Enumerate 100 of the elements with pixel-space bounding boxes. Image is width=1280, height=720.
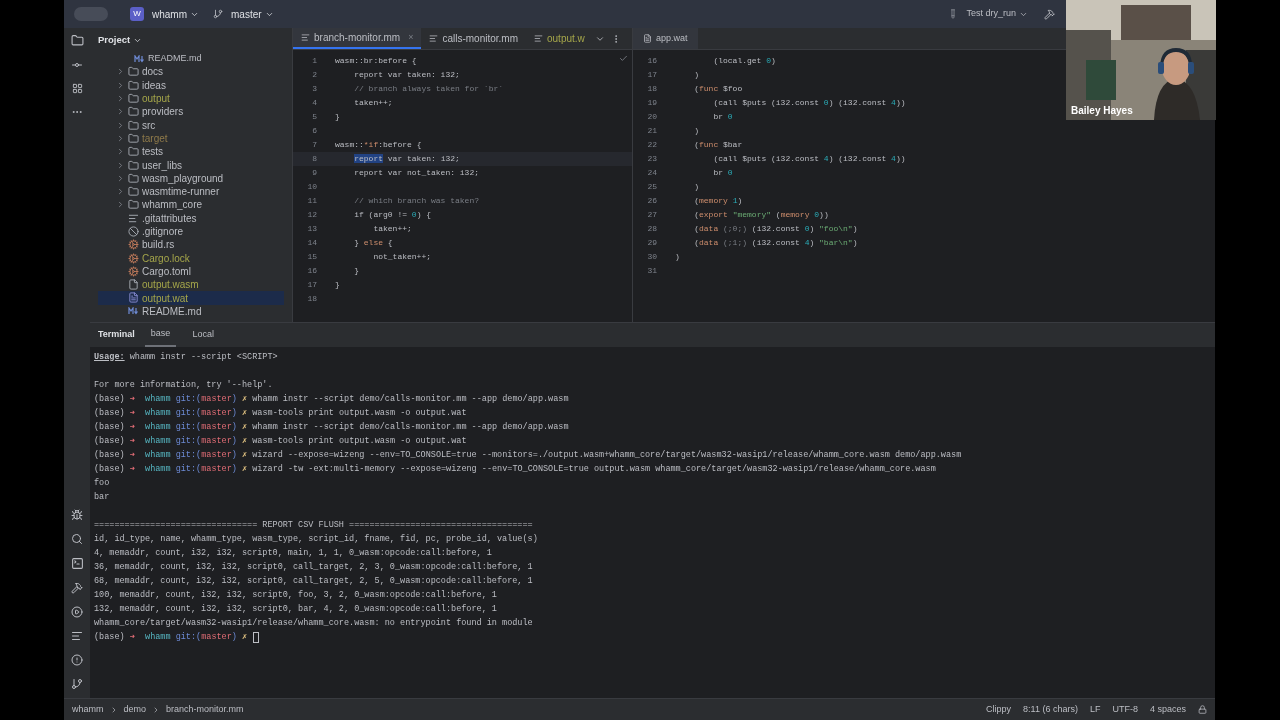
terminal-line: (base) ➜ whamm git:(master) ✗ wizard -tw -ext:multi-memory --expose=wizeng --env=TO_CONSOLE=true output.wasm whamm_core/target/wasm32-wasip1/release/whamm_core.wasm — [94, 462, 936, 476]
terminal-line: id, id_type, name, whamm_type, wasm_type, script_id, fname, fid, pc, probe_id, value(s) — [94, 532, 538, 546]
chevron-icon[interactable] — [116, 173, 125, 183]
terminal-tab[interactable]: base — [144, 323, 177, 347]
editor-tab[interactable]: app.wat — [633, 28, 698, 49]
terminal-line: whamm_core/target/wasm32-wasip1/release/whamm_core.wasm: no entrypoint found in module — [94, 616, 533, 630]
tree-row[interactable]: output.wasm — [98, 278, 284, 292]
terminal-line: (base) ➜ whamm git:(master) ✗ wizard --expose=wizeng --env=TO_CONSOLE=true --monitors=./output.wasm+whamm_core/target/wasm32-wasip1/release/whamm_core.wasm demo/app.wasm — [94, 448, 962, 462]
line-number: 3 — [311, 83, 318, 95]
editor-tab[interactable]: branch-monitor.mm × — [293, 28, 422, 49]
code-line: (data (;1;) (i32.const 4) "bar\n") — [693, 237, 858, 249]
chevron-icon[interactable] — [116, 94, 125, 104]
chevron-icon[interactable] — [116, 80, 125, 90]
tree-row[interactable]: tests — [98, 145, 284, 159]
code-line: } else { — [353, 237, 393, 249]
branch-selector[interactable]: master — [231, 6, 274, 22]
code-line: (func $bar — [693, 139, 743, 151]
git-icon[interactable] — [71, 678, 83, 690]
chevron-icon[interactable] — [116, 147, 125, 157]
tree-item[interactable]: README.md — [148, 51, 202, 66]
search-icon[interactable] — [71, 533, 83, 545]
line-ending[interactable]: LF — [1089, 702, 1101, 717]
line-number: 9 — [311, 167, 318, 179]
tree-row[interactable]: whamm_core — [98, 198, 284, 212]
editor-tab[interactable]: calls-monitor.mm — [421, 28, 526, 49]
text-file-icon — [301, 33, 310, 42]
tree-row[interactable]: docs — [98, 65, 284, 79]
code-line: } — [334, 111, 340, 123]
terminal-tool-icon[interactable] — [70, 557, 84, 570]
code-line: taken++; — [372, 223, 412, 235]
problems-icon[interactable] — [71, 654, 83, 666]
chevron-icon[interactable] — [116, 187, 125, 197]
lock-icon[interactable] — [1198, 705, 1207, 714]
code-line: if (arg0 != 0) { — [353, 209, 432, 221]
terminal-tab[interactable]: Local — [186, 323, 220, 347]
project-selector[interactable]: whamm — [152, 6, 199, 22]
tree-item: src — [142, 118, 156, 133]
run-config-selector[interactable]: Test dry_run — [966, 7, 1028, 21]
branch-icon — [213, 9, 223, 19]
chevron-icon[interactable] — [116, 67, 125, 77]
line-number: 28 — [646, 223, 658, 235]
line-number: 24 — [646, 167, 658, 179]
build-tool-icon[interactable] — [71, 582, 83, 594]
tree-row[interactable]: wasmtime-runner — [98, 184, 284, 199]
tree-row[interactable]: Cargo.lock — [98, 251, 284, 265]
folder-icon — [128, 119, 139, 131]
tree-row[interactable]: build.rs — [98, 238, 284, 252]
structure-tool-icon[interactable] — [71, 83, 83, 94]
line-number: 18 — [646, 83, 658, 95]
terminal-line: (base) ➜ whamm git:(master) ✗ wasm-tools print output.wasm -o output.wat — [94, 406, 467, 420]
code-line: wasm::*if:before { — [334, 139, 422, 151]
todo-icon[interactable] — [71, 630, 83, 642]
tree-row[interactable]: .gitattributes — [98, 211, 284, 225]
breadcrumb[interactable]: branch-monitor.mm — [166, 702, 244, 717]
project-panel-title[interactable]: Project — [90, 28, 292, 52]
chevron-icon[interactable] — [116, 200, 125, 210]
debug-icon[interactable] — [71, 509, 83, 521]
tree-item: user_libs — [142, 158, 183, 173]
file-encoding[interactable]: UTF-8 — [1112, 702, 1138, 717]
tree-row[interactable]: ideas — [98, 78, 284, 92]
chevron-icon[interactable] — [116, 133, 125, 143]
tree-row[interactable]: user_libs — [98, 158, 284, 172]
tree-item: output.wat — [142, 291, 189, 306]
chevron-icon[interactable] — [116, 120, 125, 130]
code-line: ) — [693, 69, 699, 81]
breadcrumb[interactable]: whamm — [72, 702, 104, 717]
folder-icon — [128, 106, 139, 118]
terminal-line: 36, memaddr, count, i32, i32, script0, call_target, 2, 3, 0_wasm:opcode:call:before, 1 — [94, 560, 533, 574]
code-line: ) — [674, 251, 680, 263]
line-number: 12 — [306, 209, 318, 221]
tree-row[interactable]: Cargo.toml — [98, 264, 284, 279]
line-number: 25 — [646, 181, 658, 193]
tree-row[interactable]: providers — [98, 105, 284, 119]
services-icon[interactable] — [71, 606, 83, 618]
folder-icon — [128, 79, 139, 91]
line-number: 8 — [311, 153, 318, 165]
tree-row[interactable]: .gitignore — [98, 224, 284, 239]
participant-name: Bailey Hayes — [1071, 106, 1133, 116]
tree-item: output — [142, 92, 170, 107]
tree-row[interactable]: wasm_playground — [98, 171, 284, 185]
line-number: 1 — [311, 55, 318, 67]
terminal-line: ================================ REPORT CSV FLUSH ==================================== — [94, 518, 533, 532]
code-line: } — [334, 279, 340, 291]
tree-row[interactable]: README.md — [98, 304, 284, 318]
tree-item: whamm_core — [142, 198, 203, 213]
tree-row[interactable]: src — [98, 118, 284, 132]
indent-setting[interactable]: 4 spaces — [1149, 702, 1186, 717]
project-tool-icon[interactable] — [70, 34, 84, 47]
chevron-icon[interactable] — [116, 160, 125, 170]
tree-row[interactable]: output — [98, 91, 284, 106]
chevron-icon[interactable] — [116, 107, 125, 117]
tree-row[interactable]: output.wat — [98, 291, 284, 305]
line-number: 17 — [306, 279, 318, 291]
line-number: 4 — [311, 97, 318, 109]
editor-tab[interactable]: output.w — [526, 28, 593, 49]
cursor-position[interactable]: 8:11 (6 chars) — [1023, 702, 1078, 717]
build-icon[interactable] — [1044, 8, 1055, 20]
breadcrumb[interactable]: demo — [123, 702, 147, 717]
linter-status[interactable]: Clippy — [986, 702, 1012, 717]
terminal-line: (base) ➜ whamm git:(master) ✗ whamm instr --script demo/calls-monitor.mm --app demo/app.wasm — [94, 392, 569, 406]
